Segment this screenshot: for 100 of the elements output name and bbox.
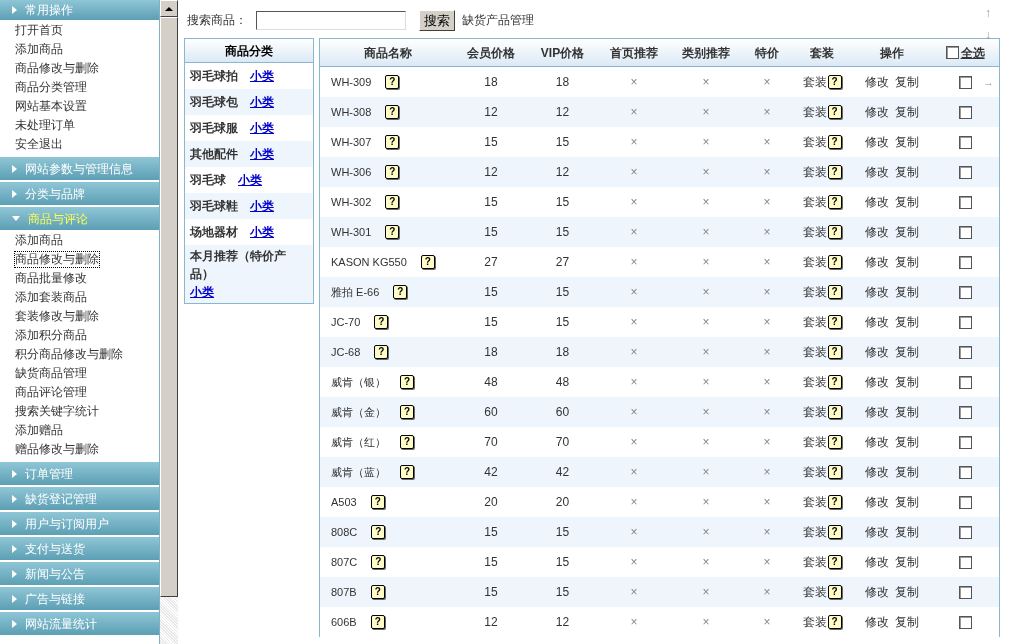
menu-item[interactable]: 安全退出 — [15, 137, 63, 152]
checkbox[interactable] — [958, 195, 972, 209]
edit-link[interactable]: 修改 — [865, 373, 889, 391]
help-icon[interactable]: ? — [827, 135, 842, 149]
help-icon[interactable]: ? — [385, 105, 400, 119]
copy-link[interactable]: 复制 — [895, 493, 919, 511]
copy-link[interactable]: 复制 — [895, 253, 919, 271]
copy-link[interactable]: 复制 — [895, 433, 919, 451]
menu-item[interactable]: 打开首页 — [15, 23, 63, 38]
edit-link[interactable]: 修改 — [865, 433, 889, 451]
subcategory-link[interactable]: 小类 — [250, 197, 274, 215]
set-link[interactable]: 套装 — [802, 193, 827, 211]
help-icon[interactable]: ? — [370, 615, 385, 629]
checkbox[interactable] — [958, 165, 972, 179]
edit-link[interactable]: 修改 — [865, 553, 889, 571]
edit-link[interactable]: 修改 — [865, 343, 889, 361]
menu-item[interactable]: 商品评论管理 — [15, 385, 87, 400]
scrollbar[interactable] — [160, 0, 178, 644]
menu-item[interactable]: 商品分类管理 — [15, 80, 87, 95]
help-icon[interactable]: ? — [827, 615, 842, 629]
help-icon[interactable]: ? — [370, 585, 385, 599]
menu-item[interactable]: 商品修改与删除 — [15, 252, 99, 267]
subcategory-link[interactable]: 小类 — [250, 145, 274, 163]
help-icon[interactable]: ? — [827, 495, 842, 509]
checkbox[interactable] — [958, 585, 972, 599]
edit-link[interactable]: 修改 — [865, 133, 889, 151]
help-icon[interactable]: ? — [827, 555, 842, 569]
subcategory-link[interactable]: 小类 — [250, 93, 274, 111]
copy-link[interactable]: 复制 — [895, 133, 919, 151]
set-link[interactable]: 套装 — [802, 493, 827, 511]
copy-link[interactable]: 复制 — [895, 343, 919, 361]
search-button[interactable]: 搜索 — [419, 9, 455, 31]
help-icon[interactable]: ? — [393, 285, 408, 299]
help-icon[interactable]: ? — [371, 525, 386, 539]
set-link[interactable]: 套装 — [802, 103, 827, 121]
help-icon[interactable]: ? — [827, 75, 842, 89]
edit-link[interactable]: 修改 — [865, 313, 889, 331]
subcategory-link[interactable]: 小类 — [250, 119, 274, 137]
checkbox[interactable] — [958, 525, 972, 539]
help-icon[interactable]: ? — [827, 585, 842, 599]
set-link[interactable]: 套装 — [802, 223, 827, 241]
checkbox[interactable] — [958, 465, 972, 479]
edit-link[interactable]: 修改 — [865, 73, 889, 91]
menu-item[interactable]: 网站基本设置 — [15, 99, 87, 114]
checkbox[interactable] — [958, 345, 972, 359]
set-link[interactable]: 套装 — [802, 403, 827, 421]
checkbox[interactable] — [958, 225, 972, 239]
help-icon[interactable]: ? — [420, 255, 435, 269]
copy-link[interactable]: 复制 — [895, 463, 919, 481]
edit-link[interactable]: 修改 — [865, 403, 889, 421]
copy-link[interactable]: 复制 — [895, 223, 919, 241]
menu-item[interactable]: 添加赠品 — [15, 423, 63, 438]
help-icon[interactable]: ? — [827, 165, 842, 179]
copy-link[interactable]: 复制 — [895, 523, 919, 541]
copy-link[interactable]: 复制 — [895, 553, 919, 571]
help-icon[interactable]: ? — [400, 375, 414, 389]
help-icon[interactable]: ? — [827, 315, 842, 329]
help-icon[interactable]: ? — [827, 525, 842, 539]
copy-link[interactable]: 复制 — [895, 163, 919, 181]
help-icon[interactable]: ? — [827, 435, 842, 449]
help-icon[interactable]: ? — [827, 345, 842, 359]
set-link[interactable]: 套装 — [802, 433, 827, 451]
edit-link[interactable]: 修改 — [865, 583, 889, 601]
set-link[interactable]: 套装 — [802, 313, 827, 331]
help-icon[interactable]: ? — [370, 495, 385, 509]
checkbox[interactable] — [958, 75, 972, 89]
menu-item[interactable]: 缺货商品管理 — [15, 366, 87, 381]
checkbox[interactable] — [958, 135, 972, 149]
help-icon[interactable]: ? — [385, 225, 400, 239]
edit-link[interactable]: 修改 — [865, 463, 889, 481]
help-icon[interactable]: ? — [400, 465, 414, 479]
checkbox[interactable] — [958, 105, 972, 119]
edit-link[interactable]: 修改 — [865, 253, 889, 271]
checkbox[interactable] — [958, 375, 972, 389]
set-link[interactable]: 套装 — [802, 283, 827, 301]
help-icon[interactable]: ? — [827, 285, 842, 299]
copy-link[interactable]: 复制 — [895, 103, 919, 121]
edit-link[interactable]: 修改 — [865, 103, 889, 121]
copy-link[interactable]: 复制 — [895, 283, 919, 301]
help-icon[interactable]: ? — [385, 165, 400, 179]
help-icon[interactable]: ? — [374, 315, 389, 329]
menu-item[interactable]: 添加套装商品 — [15, 290, 87, 305]
help-icon[interactable]: ? — [385, 75, 400, 89]
edit-link[interactable]: 修改 — [865, 493, 889, 511]
set-link[interactable]: 套装 — [802, 343, 827, 361]
set-link[interactable]: 套装 — [802, 373, 827, 391]
help-icon[interactable]: ? — [827, 375, 842, 389]
set-link[interactable]: 套装 — [802, 553, 827, 571]
help-icon[interactable]: ? — [400, 435, 414, 449]
set-link[interactable]: 套装 — [802, 523, 827, 541]
checkbox[interactable] — [958, 615, 972, 629]
help-icon[interactable]: ? — [385, 135, 400, 149]
menu-item[interactable]: 添加积分商品 — [15, 328, 87, 343]
help-icon[interactable]: ? — [385, 195, 400, 209]
set-link[interactable]: 套装 — [802, 463, 827, 481]
set-link[interactable]: 套装 — [802, 613, 827, 631]
copy-link[interactable]: 复制 — [895, 613, 919, 631]
out-of-stock-link[interactable]: 缺货产品管理 — [462, 11, 534, 29]
set-link[interactable]: 套装 — [802, 583, 827, 601]
edit-link[interactable]: 修改 — [865, 523, 889, 541]
